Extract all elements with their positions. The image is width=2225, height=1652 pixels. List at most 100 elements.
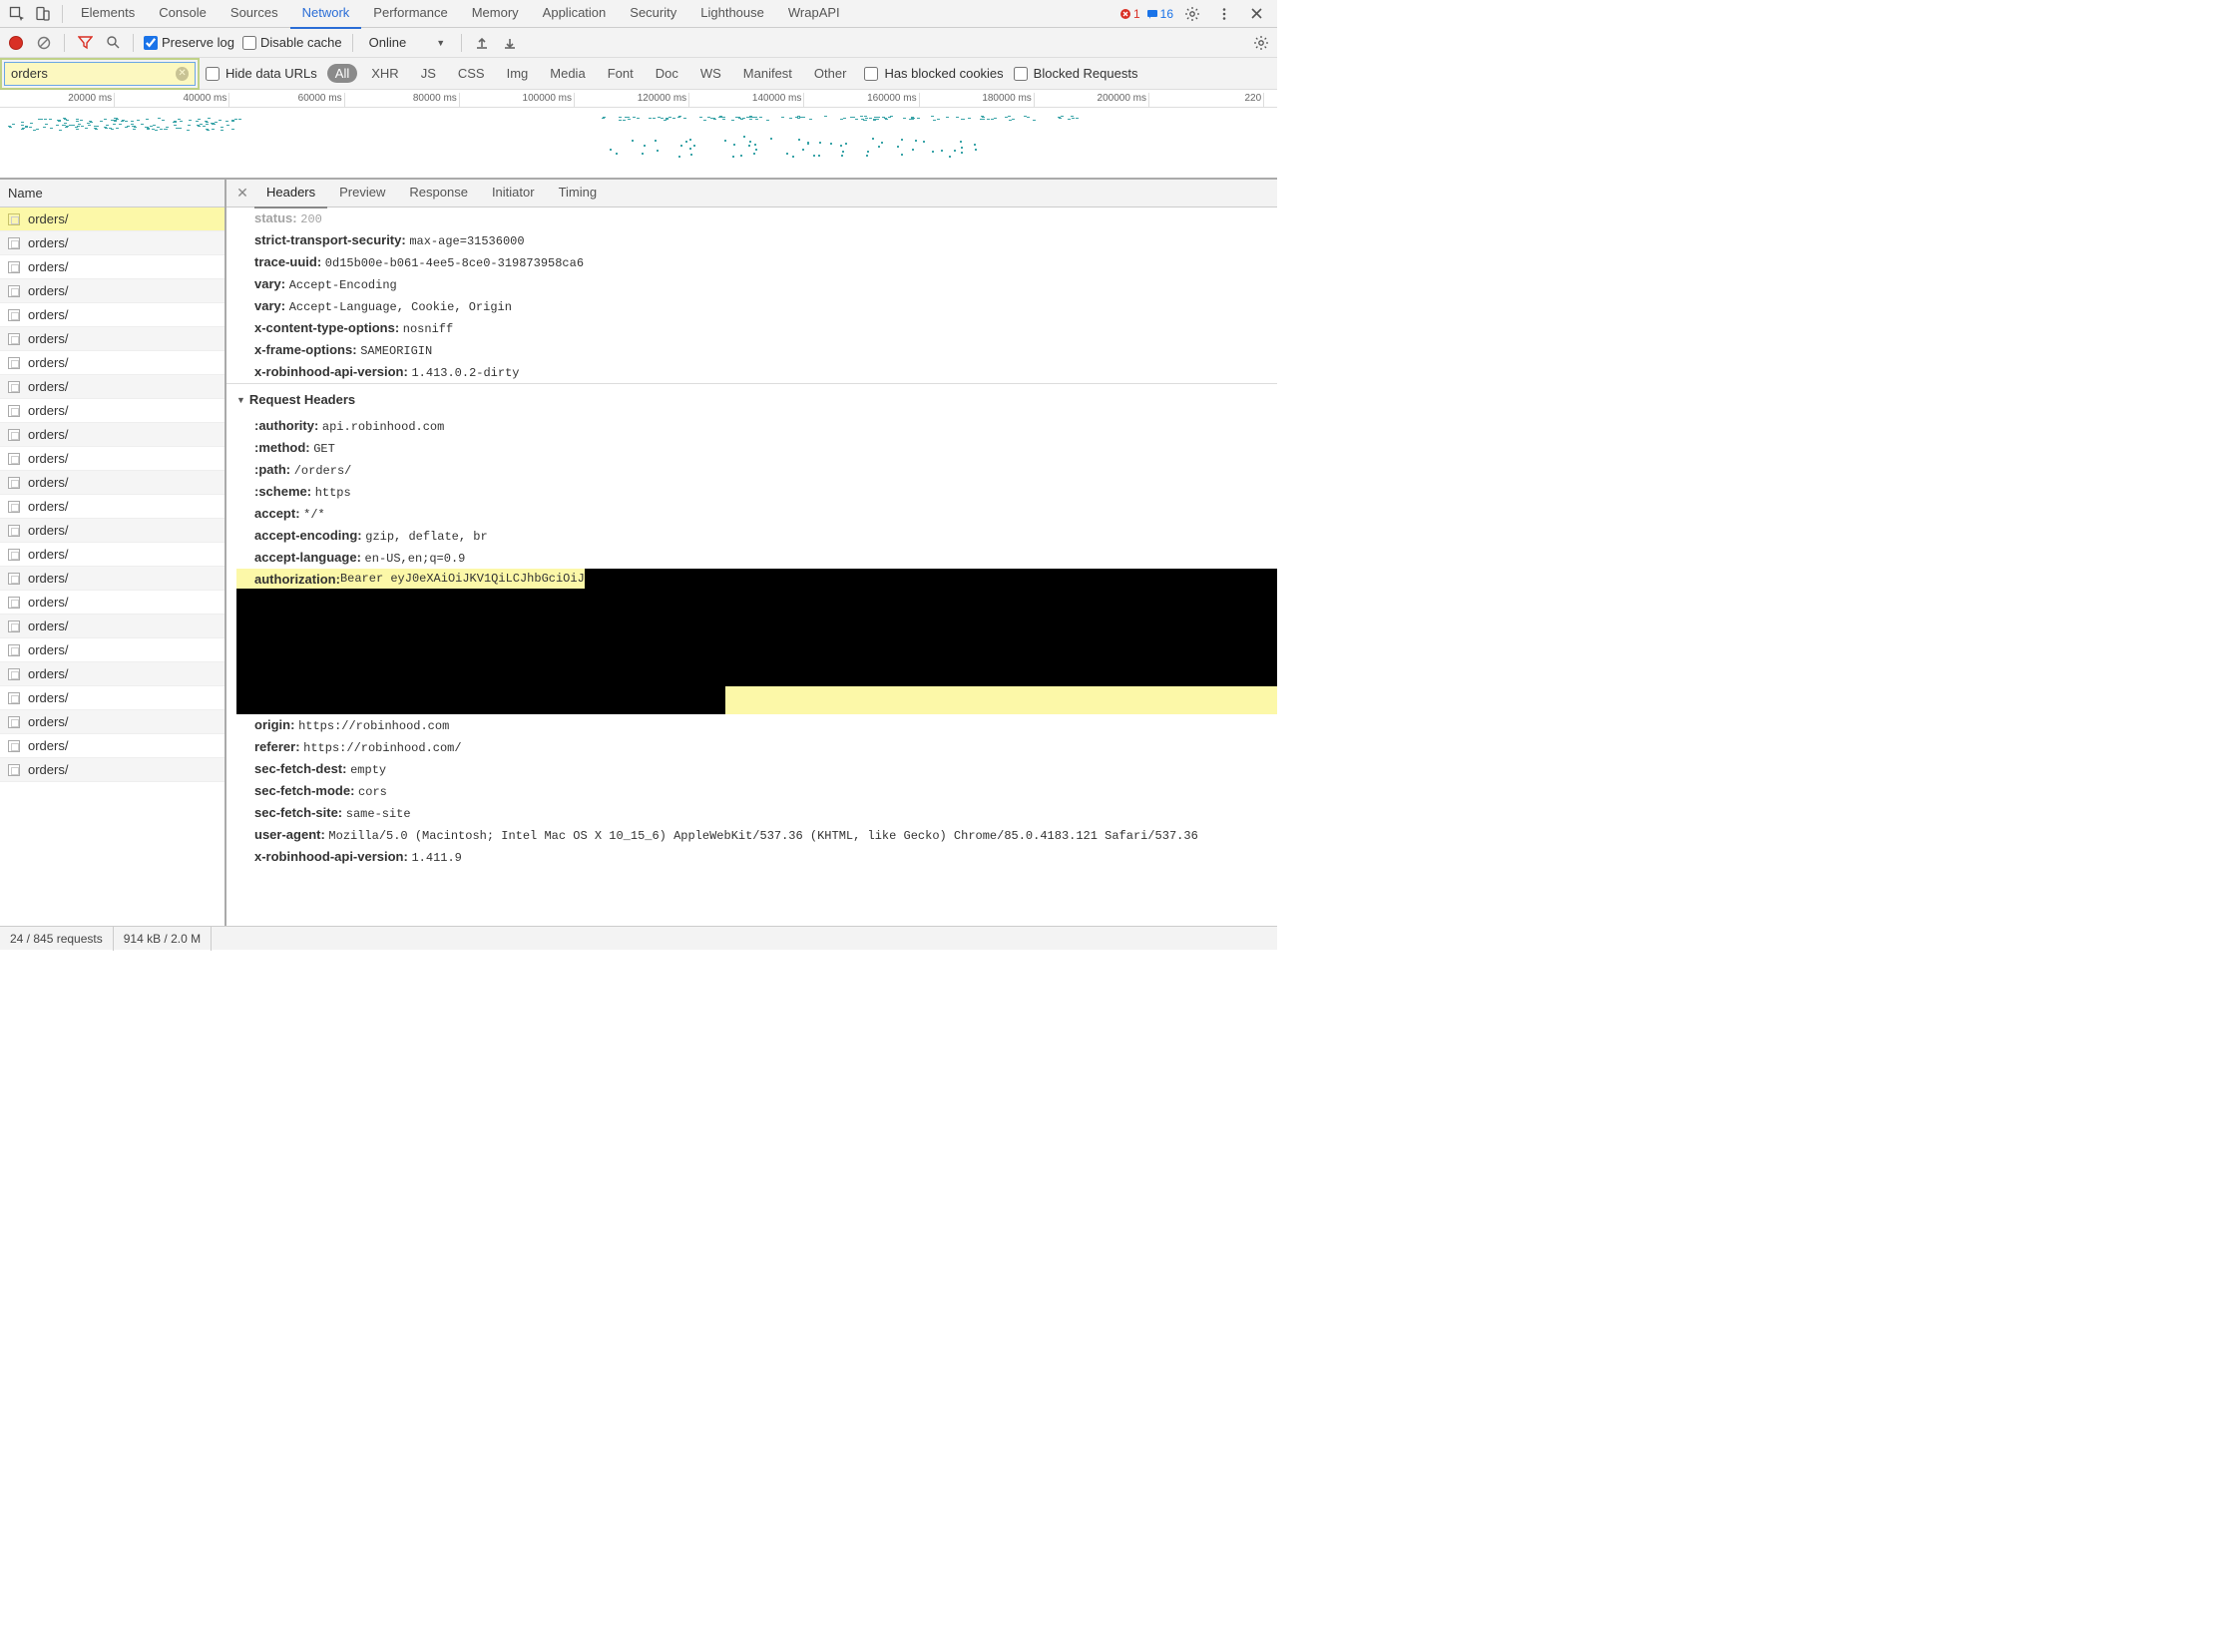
filter-input[interactable]	[11, 66, 176, 81]
filter-icon[interactable]	[75, 33, 95, 53]
timeline-marker	[95, 129, 98, 130]
header-row: trace-uuid: 0d15b00e-b061-4ee5-8ce0-3198…	[226, 251, 1277, 273]
clear-filter-icon[interactable]: ✕	[176, 67, 189, 81]
filter-type-all[interactable]: All	[327, 64, 357, 83]
request-row[interactable]: orders/	[0, 351, 224, 375]
request-row[interactable]: orders/	[0, 591, 224, 615]
device-toolbar-icon[interactable]	[30, 1, 56, 27]
request-row[interactable]: orders/	[0, 495, 224, 519]
network-settings-icon[interactable]	[1251, 33, 1271, 53]
filter-type-doc[interactable]: Doc	[648, 64, 686, 83]
search-icon[interactable]	[103, 33, 123, 53]
inspect-element-icon[interactable]	[4, 1, 30, 27]
request-headers-section[interactable]: ▼ Request Headers	[226, 383, 1277, 415]
more-menu-icon[interactable]	[1211, 1, 1237, 27]
request-row[interactable]: orders/	[0, 447, 224, 471]
filter-type-css[interactable]: CSS	[450, 64, 493, 83]
timeline-marker	[132, 126, 135, 127]
main-split: Name orders/orders/orders/orders/orders/…	[0, 180, 1277, 926]
close-icon[interactable]	[1243, 1, 1269, 27]
message-count: 16	[1160, 7, 1173, 21]
name-column-header[interactable]: Name	[0, 180, 224, 207]
record-button[interactable]	[6, 33, 26, 53]
header-key: :scheme:	[254, 484, 311, 499]
request-row[interactable]: orders/	[0, 543, 224, 567]
tab-application[interactable]: Application	[531, 0, 619, 29]
request-row[interactable]: orders/	[0, 710, 224, 734]
request-row[interactable]: orders/	[0, 662, 224, 686]
disable-cache-input[interactable]	[242, 36, 256, 50]
request-row[interactable]: orders/	[0, 255, 224, 279]
message-badge[interactable]: 16	[1146, 7, 1173, 21]
timeline-marker	[1012, 119, 1015, 120]
preserve-log-input[interactable]	[144, 36, 158, 50]
filter-type-font[interactable]: Font	[600, 64, 642, 83]
request-row[interactable]: orders/	[0, 399, 224, 423]
tab-performance[interactable]: Performance	[361, 0, 459, 29]
tab-elements[interactable]: Elements	[69, 0, 147, 29]
timeline-marker	[813, 155, 815, 157]
filter-input-wrap[interactable]: ✕	[4, 62, 196, 86]
filter-type-manifest[interactable]: Manifest	[735, 64, 800, 83]
error-badge[interactable]: 1	[1119, 7, 1140, 21]
request-list[interactable]: orders/orders/orders/orders/orders/order…	[0, 207, 224, 926]
detail-tab-timing[interactable]: Timing	[547, 179, 610, 208]
request-row[interactable]: orders/	[0, 279, 224, 303]
request-row[interactable]: orders/	[0, 686, 224, 710]
timeline-marker	[766, 120, 769, 121]
request-row[interactable]: orders/	[0, 375, 224, 399]
request-headers-title: Request Headers	[249, 392, 355, 407]
request-row[interactable]: orders/	[0, 638, 224, 662]
filter-type-xhr[interactable]: XHR	[363, 64, 406, 83]
filter-type-js[interactable]: JS	[413, 64, 444, 83]
download-har-icon[interactable]	[500, 33, 520, 53]
timeline-marker	[619, 120, 622, 121]
tab-memory[interactable]: Memory	[460, 0, 531, 29]
tab-lighthouse[interactable]: Lighthouse	[688, 0, 776, 29]
redaction-block	[236, 692, 725, 714]
request-row[interactable]: orders/	[0, 615, 224, 638]
preserve-log-checkbox[interactable]: Preserve log	[144, 35, 234, 50]
request-row[interactable]: orders/	[0, 471, 224, 495]
tab-wrapapi[interactable]: WrapAPI	[776, 0, 852, 29]
tab-network[interactable]: Network	[290, 0, 362, 29]
request-row[interactable]: orders/	[0, 567, 224, 591]
tab-sources[interactable]: Sources	[219, 0, 290, 29]
headers-body[interactable]: status: 200strict-transport-security: ma…	[226, 207, 1277, 926]
detail-tab-response[interactable]: Response	[397, 179, 480, 208]
disable-cache-checkbox[interactable]: Disable cache	[242, 35, 342, 50]
request-row[interactable]: orders/	[0, 327, 224, 351]
request-row[interactable]: orders/	[0, 423, 224, 447]
hide-data-urls-checkbox[interactable]: Hide data URLs	[206, 66, 317, 81]
has-blocked-cookies-checkbox[interactable]: Has blocked cookies	[864, 66, 1003, 81]
detail-tab-headers[interactable]: Headers	[254, 179, 327, 208]
blocked-requests-checkbox[interactable]: Blocked Requests	[1014, 66, 1138, 81]
filter-type-ws[interactable]: WS	[692, 64, 729, 83]
request-row[interactable]: orders/	[0, 734, 224, 758]
header-key: x-robinhood-api-version:	[254, 364, 408, 379]
detail-tab-preview[interactable]: Preview	[327, 179, 397, 208]
throttle-select[interactable]: Online ▼	[363, 35, 452, 50]
timeline-marker	[1076, 118, 1079, 119]
network-timeline[interactable]: 20000 ms40000 ms60000 ms80000 ms100000 m…	[0, 90, 1277, 180]
request-row[interactable]: orders/	[0, 303, 224, 327]
upload-har-icon[interactable]	[472, 33, 492, 53]
tab-console[interactable]: Console	[147, 0, 219, 29]
tab-security[interactable]: Security	[618, 0, 688, 29]
close-detail-icon[interactable]: ✕	[230, 185, 254, 202]
filter-type-img[interactable]: Img	[499, 64, 537, 83]
filter-type-other[interactable]: Other	[806, 64, 855, 83]
header-value: GET	[313, 442, 335, 456]
clear-button[interactable]	[34, 33, 54, 53]
request-row[interactable]: orders/	[0, 207, 224, 231]
timeline-marker	[1072, 118, 1075, 119]
detail-tab-initiator[interactable]: Initiator	[480, 179, 547, 208]
settings-icon[interactable]	[1179, 1, 1205, 27]
request-row[interactable]: orders/	[0, 758, 224, 782]
timeline-marker	[781, 117, 784, 118]
request-row[interactable]: orders/	[0, 231, 224, 255]
request-row[interactable]: orders/	[0, 519, 224, 543]
timeline-marker	[116, 128, 119, 129]
timeline-marker	[114, 120, 117, 121]
filter-type-media[interactable]: Media	[542, 64, 593, 83]
